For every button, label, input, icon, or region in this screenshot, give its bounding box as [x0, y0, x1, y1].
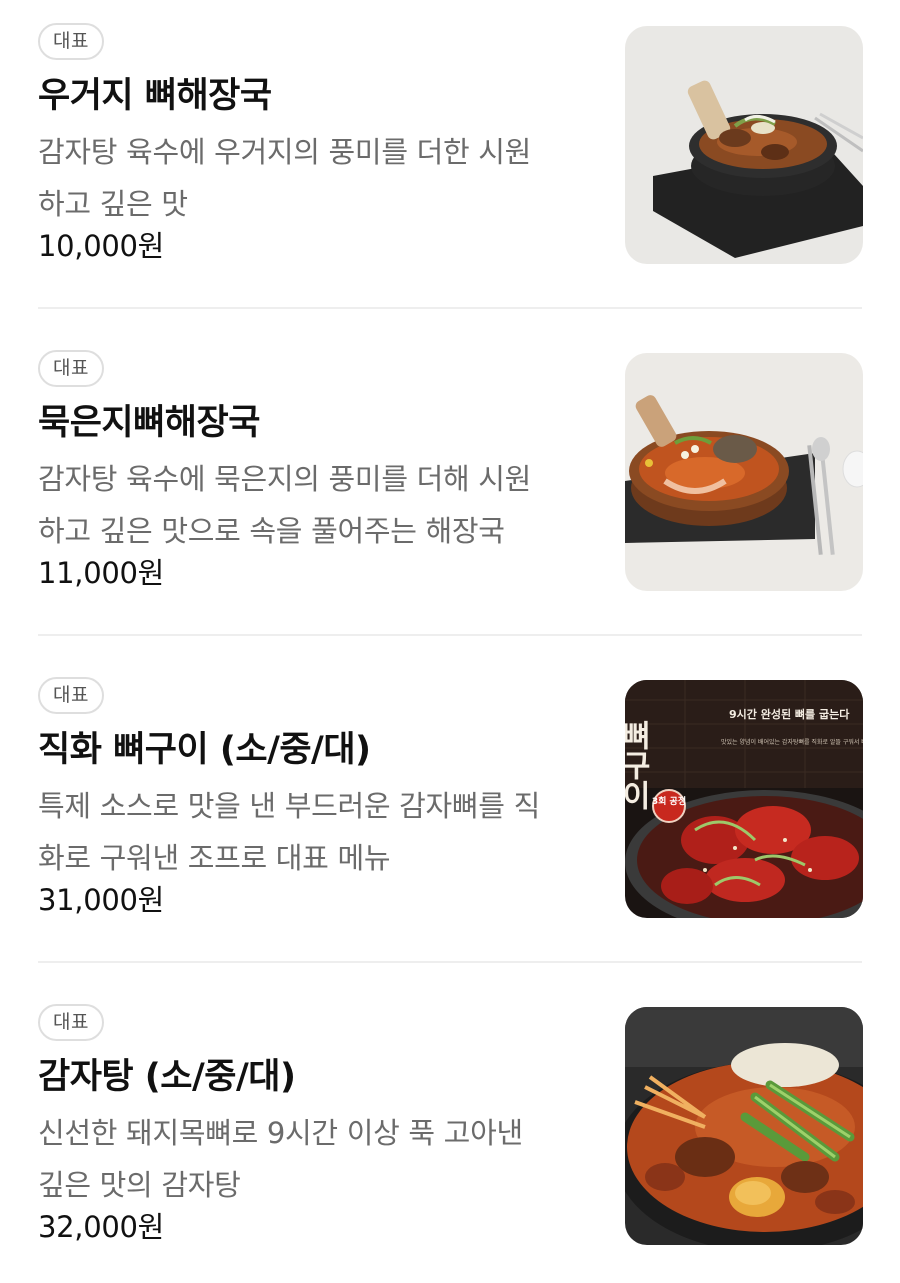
signature-badge: 대표 [38, 1004, 104, 1041]
menu-item-price: 32,000원 [38, 1210, 165, 1244]
gamjatang-photo [625, 1007, 863, 1245]
menu-item-photo[interactable] [625, 26, 863, 264]
image-body-text: 맛있는 양념이 배어있는 감자탕뼈를 직화로 알뜰 구워서 뼈소스를 풀어낸 조… [721, 738, 863, 746]
image-headline: 9시간 완성된 뼈를 굽는다 [729, 707, 850, 721]
menu-item-price: 11,000원 [38, 556, 165, 590]
menu-item-photo[interactable]: 뼈구이 9시간 완성된 뼈를 굽는다 맛있는 양념이 배어있는 감자탕뼈를 직화… [625, 680, 863, 918]
menu-item-gamjatang[interactable]: 대표 감자탕 (소/중/대) 신선한 돼지목뼈로 9시간 이상 푹 고아낸 깊은… [0, 981, 900, 1283]
signature-badge: 대표 [38, 23, 104, 60]
mukeunji-haejangguk-photo [625, 353, 863, 591]
menu-item-name: 직화 뼈구이 (소/중/대) [38, 730, 371, 770]
menu-item-photo[interactable] [625, 1007, 863, 1245]
description-line: 신선한 돼지목뼈로 9시간 이상 푹 고아낸 [38, 1116, 523, 1150]
menu-item-name: 묵은지뼈해장국 [38, 403, 260, 443]
item-divider [38, 961, 862, 963]
menu-item-name: 감자탕 (소/중/대) [38, 1057, 296, 1097]
menu-item-description: 신선한 돼지목뼈로 9시간 이상 푹 고아낸 깊은 맛의 감자탕 [38, 1107, 598, 1211]
menu-list: 대표 우거지 뼈해장국 감자탕 육수에 우거지의 풍미를 더한 시원 하고 깊은… [0, 0, 900, 1283]
item-divider [38, 634, 862, 636]
signature-badge: 대표 [38, 677, 104, 714]
item-divider [38, 307, 862, 309]
menu-item-name: 우거지 뼈해장국 [38, 76, 272, 116]
menu-item-mukeunji-haejangguk[interactable]: 대표 묵은지뼈해장국 감자탕 육수에 묵은지의 풍미를 더해 시원 하고 깊은 … [0, 327, 900, 654]
description-line: 감자탕 육수에 묵은지의 풍미를 더해 시원 [38, 462, 532, 496]
menu-item-jikhwa-ppyeogui[interactable]: 대표 직화 뼈구이 (소/중/대) 특제 소스로 맛을 낸 부드러운 감자뼈를 … [0, 654, 900, 981]
menu-item-description: 특제 소스로 맛을 낸 부드러운 감자뼈를 직 화로 구워낸 조프로 대표 메뉴 [38, 780, 598, 884]
description-line: 감자탕 육수에 우거지의 풍미를 더한 시원 [38, 135, 532, 169]
menu-item-ugeoji-haejangguk[interactable]: 대표 우거지 뼈해장국 감자탕 육수에 우거지의 풍미를 더한 시원 하고 깊은… [0, 0, 900, 327]
menu-item-description: 감자탕 육수에 우거지의 풍미를 더한 시원 하고 깊은 맛 [38, 126, 598, 230]
description-line: 특제 소스로 맛을 낸 부드러운 감자뼈를 직 [38, 789, 540, 823]
haejangguk-photo [625, 26, 863, 264]
ppyeogui-promo-photo: 뼈구이 9시간 완성된 뼈를 굽는다 맛있는 양념이 배어있는 감자탕뼈를 직화… [625, 680, 863, 918]
signature-badge: 대표 [38, 350, 104, 387]
menu-item-photo[interactable] [625, 353, 863, 591]
menu-item-price: 31,000원 [38, 883, 165, 917]
image-side-title: 뼈구이 [625, 720, 651, 810]
menu-item-price: 10,000원 [38, 229, 165, 263]
image-stamp: 3회 공정 [652, 795, 686, 807]
menu-item-description: 감자탕 육수에 묵은지의 풍미를 더해 시원 하고 깊은 맛으로 속을 풀어주는… [38, 453, 598, 557]
